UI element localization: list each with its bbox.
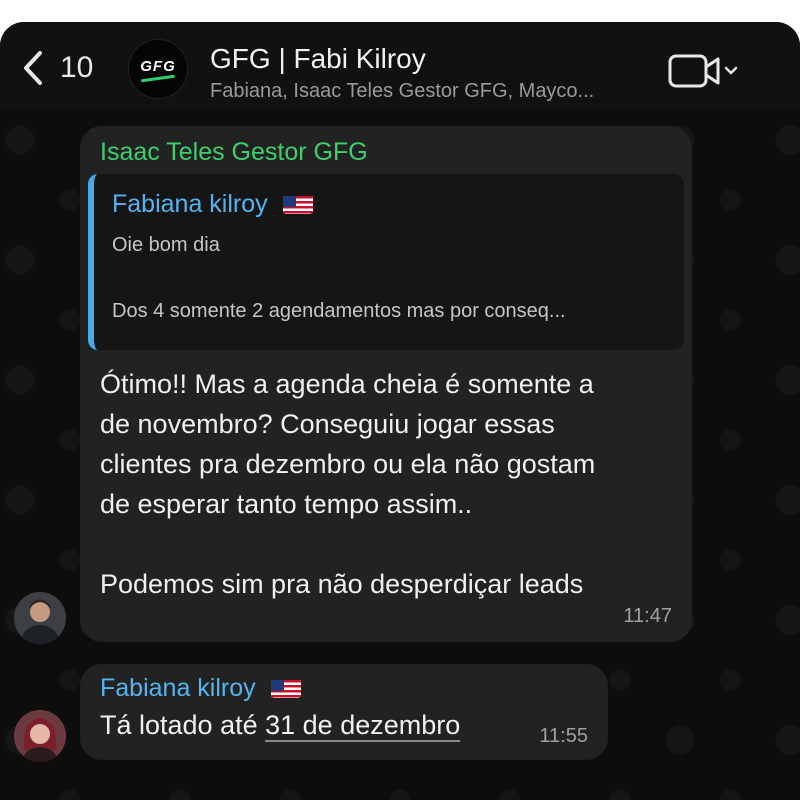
message-line: Ótimo!! Mas a agenda cheia é somente a: [100, 369, 594, 399]
message-sender[interactable]: Fabiana kilroy: [100, 674, 301, 703]
message-bubble[interactable]: Isaac Teles Gestor GFG Fabiana kilroy Oi…: [80, 126, 692, 642]
unread-count: 10: [60, 51, 94, 84]
message-sender[interactable]: Isaac Teles Gestor GFG: [100, 138, 368, 167]
chevron-down-icon: [724, 66, 738, 75]
video-call-button[interactable]: [668, 52, 744, 92]
chevron-left-icon: [24, 51, 42, 85]
message-line: de novembro? Conseguiu jogar essas: [100, 409, 555, 439]
chat-participants: Fabiana, Isaac Teles Gestor GFG, Mayco..…: [210, 80, 595, 102]
us-flag-icon: [270, 678, 301, 698]
quoted-sender: Fabiana kilroy: [112, 190, 313, 219]
chat-title-block[interactable]: GFG | Fabi Kilroy Fabiana, Isaac Teles G…: [210, 42, 650, 104]
quoted-text-line: Oie bom dia: [112, 234, 220, 256]
date-link[interactable]: 31 de dezembro: [265, 710, 460, 740]
chat-title: GFG | Fabi Kilroy: [210, 43, 426, 74]
quoted-reply[interactable]: Fabiana kilroy Oie bom dia Dos 4 somente…: [88, 174, 684, 350]
group-avatar[interactable]: GFG: [128, 39, 188, 99]
avatar[interactable]: [14, 710, 66, 762]
back-button[interactable]: 10: [20, 50, 93, 86]
quoted-sender-name: Fabiana kilroy: [112, 190, 268, 218]
quoted-text-line: Dos 4 somente 2 agendamentos mas por con…: [112, 300, 566, 322]
group-logo-text: GFG: [140, 58, 176, 75]
message-time: 11:55: [539, 725, 588, 747]
message-text: Ótimo!! Mas a agenda cheia é somente a d…: [100, 364, 680, 604]
group-logo-swoosh: [140, 74, 176, 83]
message-line: clientes pra dezembro ou ela não gostam: [100, 449, 596, 479]
message-line: Podemos sim pra não desperdiçar leads: [100, 569, 584, 599]
message-sender-name: Fabiana kilroy: [100, 674, 256, 702]
avatar[interactable]: [14, 592, 66, 644]
chat-header: 10 GFG GFG | Fabi Kilroy Fabiana, Isaac …: [0, 22, 800, 110]
message-text: Tá lotado até 31 de dezembro: [100, 710, 460, 741]
message-bubble[interactable]: Fabiana kilroy Tá lotado até 31 de dezem…: [80, 664, 608, 760]
message-line: de esperar tanto tempo assim..: [100, 489, 473, 519]
video-camera-icon: [668, 54, 720, 88]
chat-screen: 10 GFG GFG | Fabi Kilroy Fabiana, Isaac …: [0, 22, 800, 800]
message-text-prefix: Tá lotado até: [100, 710, 266, 740]
message-time: 11:47: [623, 605, 672, 627]
us-flag-icon: [282, 194, 313, 214]
